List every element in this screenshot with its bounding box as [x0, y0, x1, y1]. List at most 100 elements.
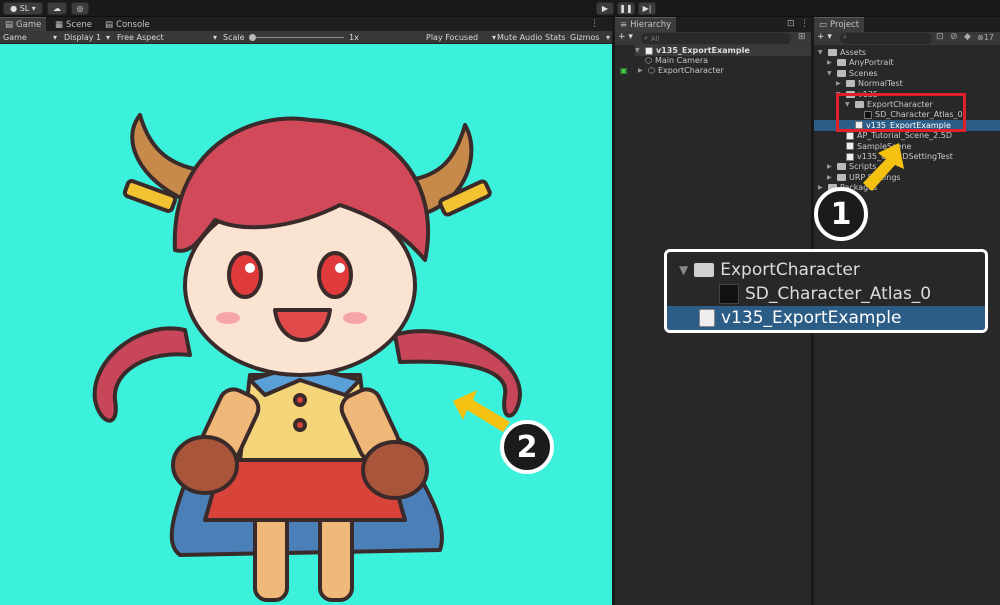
hierarchy-item-label: Main Camera: [654, 56, 709, 65]
unity-scene-icon: [846, 131, 854, 140]
hierarchy-toolbar: + ▾ ⌕ All ⊞: [615, 32, 811, 45]
zoom-texture-label: SD_Character_Atlas_0: [745, 284, 932, 304]
green-component-icon: ▣: [620, 66, 628, 75]
expand-arrow-icon: ▼: [635, 47, 640, 54]
step-button[interactable]: ▶|: [638, 2, 656, 15]
project-item[interactable]: ▼ Scenes: [827, 68, 878, 79]
zoom-folder-label: ExportCharacter: [720, 260, 860, 280]
filter-type-icon[interactable]: ⊡: [936, 32, 944, 42]
chevron-down-icon: ▾: [491, 33, 496, 42]
scale-value: 1x: [349, 33, 359, 42]
unity-scene-icon: [846, 152, 854, 161]
zoom-scene-row: v135_ExportExample: [667, 306, 985, 330]
collapse-arrow-icon[interactable]: ▶: [827, 163, 834, 170]
hidden-count-toggle[interactable]: ⊗17: [977, 33, 994, 42]
chevron-down-icon: ▾: [52, 33, 57, 42]
tab-project[interactable]: ▭ Project: [814, 17, 865, 32]
project-item[interactable]: ▶ NormalTest: [836, 78, 903, 89]
account-dropdown[interactable]: ● SL ▾: [3, 2, 43, 15]
zoom-folder-row: ▼ ExportCharacter: [667, 258, 985, 282]
expand-arrow-icon: ▼: [679, 263, 689, 277]
favorite-icon[interactable]: ◆: [964, 32, 971, 42]
add-button[interactable]: + ▾: [618, 32, 633, 42]
hierarchy-item-label: ExportCharacter: [657, 66, 724, 75]
chevron-down-icon: ▾: [605, 33, 610, 42]
scene-tab-icon: ▦: [55, 19, 64, 30]
project-item[interactable]: ▼ Assets: [818, 47, 866, 58]
create-button[interactable]: + ▾: [817, 32, 832, 42]
play-mode-label: Play Focused: [426, 33, 479, 42]
gizmos-dropdown[interactable]: Gizmos ▾: [570, 31, 610, 44]
account-icon: ●: [10, 4, 20, 13]
collapse-arrow-icon[interactable]: ▶: [827, 59, 834, 66]
folder-icon: [846, 80, 855, 88]
eye-off-icon: ⊗: [977, 33, 984, 42]
highlight-box: [836, 93, 966, 132]
scene-visibility-icon[interactable]: ⊞: [798, 32, 806, 42]
unity-scene-icon: [645, 46, 653, 55]
console-tab-icon: ▤: [105, 19, 114, 30]
play-mode-dropdown[interactable]: Play Focused ▾: [426, 31, 496, 44]
hierarchy-tabstrip: ≡ Hierarchy ⊡ ⋮: [615, 17, 811, 32]
chevron-down-icon: ▾: [212, 33, 217, 42]
project-search-input[interactable]: ⌕: [840, 33, 932, 44]
aspect-dropdown[interactable]: Free Aspect ▾: [117, 31, 217, 44]
mute-audio-toggle[interactable]: Mute Audio: [497, 31, 542, 44]
collab-icon[interactable]: ◎: [71, 2, 89, 15]
game-view-toolbar: Game ▾ Display 1 ▾ Free Aspect ▾ Scale 1x P…: [0, 31, 612, 44]
chevron-down-icon: ▾: [29, 4, 36, 13]
more-menu-icon[interactable]: ⋮: [800, 19, 809, 29]
tab-label: Scene: [66, 19, 92, 30]
scale-slider[interactable]: [249, 34, 344, 41]
expand-arrow-icon[interactable]: ▼: [818, 49, 825, 56]
collapse-arrow-icon[interactable]: ▶: [836, 80, 843, 87]
account-label: SL: [19, 4, 30, 13]
tab-scene[interactable]: ▦ Scene: [50, 17, 97, 32]
hidden-count: 17: [983, 33, 994, 42]
callout-number: 2: [516, 429, 538, 465]
view-mode-dropdown[interactable]: Game ▾: [3, 31, 57, 44]
unity-scene-icon: [699, 309, 715, 327]
filter-label-icon[interactable]: ⊘: [950, 32, 958, 42]
lock-icon[interactable]: ⊡: [787, 19, 795, 29]
search-placeholder: All: [650, 34, 660, 43]
folder-icon: [837, 69, 846, 77]
scene-name: v135_ExportExample: [656, 46, 750, 55]
cloud-icon[interactable]: ☁: [47, 2, 67, 15]
play-button[interactable]: ▶: [596, 2, 614, 15]
collapse-arrow-icon: ▶: [638, 67, 643, 74]
slider-handle[interactable]: [249, 34, 256, 41]
hierarchy-search-input[interactable]: ⌕ All: [641, 33, 791, 44]
folder-icon: [837, 163, 846, 171]
tab-game[interactable]: ▤ Game: [0, 17, 47, 32]
collapse-arrow-icon[interactable]: ▶: [818, 184, 825, 191]
callout-badge-2: 2: [500, 420, 554, 474]
folder-icon: ▭: [819, 20, 828, 30]
more-menu-icon[interactable]: ⋮: [590, 19, 599, 29]
callout-badge-1: 1: [814, 187, 868, 241]
zoom-inset: ▼ ExportCharacter SD_Character_Atlas_0 v…: [664, 249, 988, 333]
project-item[interactable]: ▶ AnyPortrait: [827, 57, 894, 68]
folder-icon: [837, 59, 846, 67]
zoom-texture-row: SD_Character_Atlas_0: [667, 282, 985, 306]
main-toolbar: ● SL ▾ ☁ ◎ ▶ ❚❚ ▶|: [0, 0, 1000, 17]
tab-hierarchy[interactable]: ≡ Hierarchy: [615, 17, 677, 32]
game-view[interactable]: 2: [0, 44, 612, 605]
view-mode-label: Game: [3, 33, 27, 42]
project-item-label: Assets: [840, 48, 867, 57]
tab-console[interactable]: ▤ Console: [100, 17, 155, 32]
display-dropdown[interactable]: Display 1 ▾: [64, 31, 110, 44]
folder-icon: [828, 49, 837, 56]
hierarchy-item-exportcharacter[interactable]: ▶ ⬡ ExportCharacter: [638, 65, 724, 76]
open-folder-icon: [694, 263, 715, 277]
stats-toggle[interactable]: Stats: [545, 31, 565, 44]
zoom-scene-label: v135_ExportExample: [721, 308, 902, 328]
expand-arrow-icon[interactable]: ▼: [827, 70, 834, 77]
pause-button[interactable]: ❚❚: [617, 2, 635, 15]
folder-icon: [837, 173, 846, 181]
gizmos-label: Gizmos: [570, 33, 600, 42]
unity-scene-icon: [846, 142, 854, 151]
display-label: Display 1: [64, 33, 102, 42]
tab-label: Console: [116, 19, 150, 30]
collapse-arrow-icon[interactable]: ▶: [827, 174, 834, 181]
